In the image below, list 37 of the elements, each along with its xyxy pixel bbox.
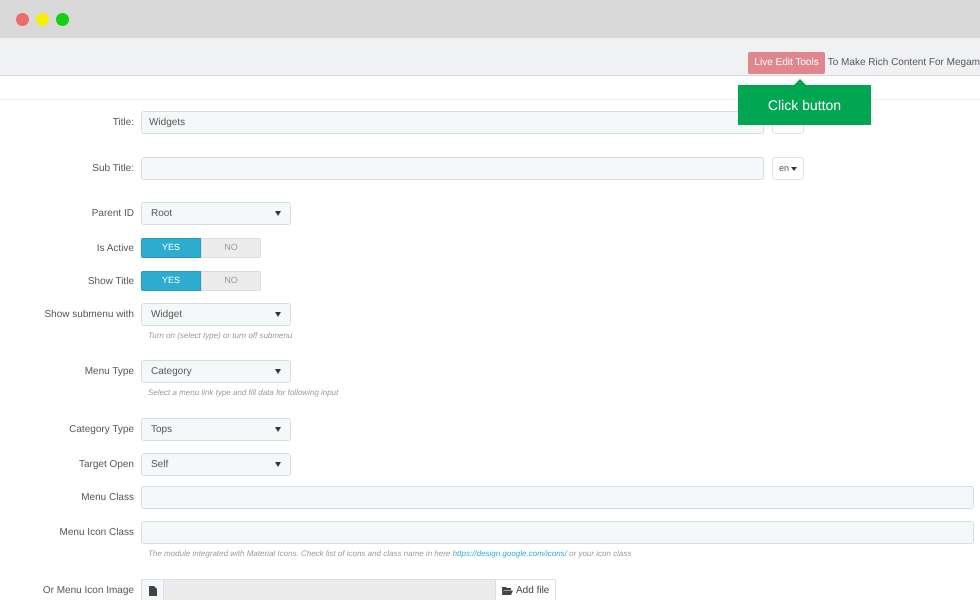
- field-label: Target Open: [78, 458, 135, 472]
- language-dropdown[interactable]: en: [772, 157, 804, 180]
- field-label: Category Type: [68, 423, 135, 437]
- field-label: Or Menu Icon Image: [42, 584, 135, 598]
- toolbar-text: To Make Rich Content For Megam: [828, 56, 980, 70]
- caret-icon: [275, 369, 281, 374]
- file-path-field[interactable]: [164, 579, 495, 600]
- text-field[interactable]: Widgets: [141, 111, 764, 134]
- field-label: Is Active: [96, 242, 135, 256]
- field-label: Menu Icon Class: [58, 526, 135, 540]
- select-dropdown[interactable]: Tops: [141, 418, 291, 441]
- select-dropdown[interactable]: Self: [141, 453, 291, 476]
- select-dropdown[interactable]: Widget: [141, 303, 291, 326]
- tooltip: Click button: [738, 85, 871, 125]
- text-field[interactable]: [141, 157, 764, 180]
- add-file-button[interactable]: Add file: [495, 579, 556, 600]
- caret-icon: [275, 427, 281, 432]
- text-field[interactable]: [141, 521, 974, 544]
- field-label: Sub Title:: [91, 162, 135, 176]
- caret-icon: [275, 312, 281, 317]
- field-label: Show Title: [86, 274, 135, 288]
- help-text: The module integrated with Material Icons. Check list of icons and class name in here https://design.google.com/icons/ or your icon class: [148, 549, 632, 558]
- file-icon: [148, 586, 156, 596]
- caret-icon: [791, 166, 797, 170]
- field-label: Menu Class: [80, 491, 135, 505]
- folder-icon: [502, 586, 513, 594]
- field-label: Show submenu with: [44, 308, 135, 322]
- help-text: Turn on (select type) or turn off submenu: [148, 331, 292, 340]
- select-dropdown[interactable]: Category: [141, 360, 291, 383]
- field-label: Title:: [112, 116, 135, 130]
- caret-icon: [275, 462, 281, 467]
- select-dropdown[interactable]: Root: [141, 202, 291, 225]
- field-label: Parent ID: [90, 207, 135, 221]
- text-field[interactable]: [141, 486, 974, 509]
- caret-icon: [275, 211, 281, 216]
- help-text: Select a menu link type and fill data for following input: [148, 388, 338, 397]
- field-label: Menu Type: [84, 365, 135, 379]
